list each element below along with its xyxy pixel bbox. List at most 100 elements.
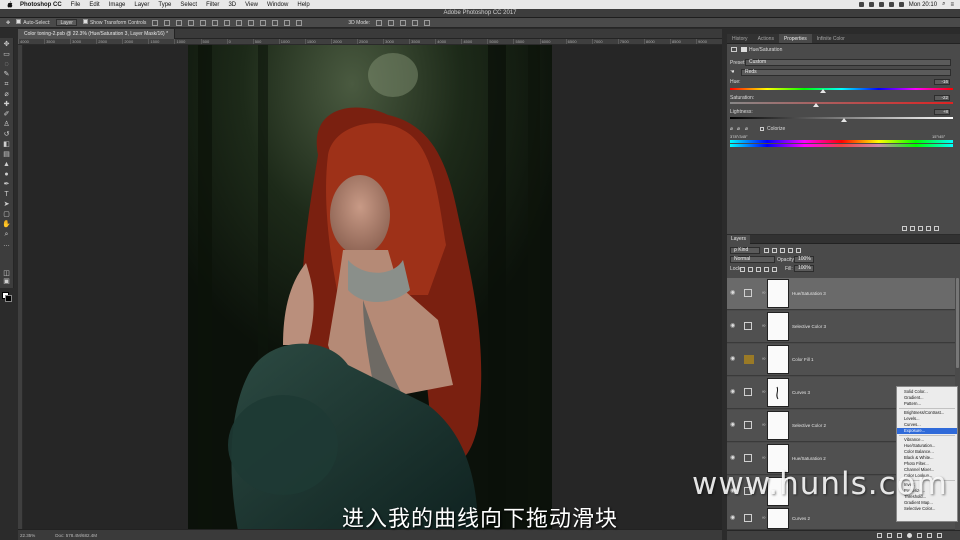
volume-icon[interactable] [888,2,894,7]
menu-image[interactable]: Image [109,2,126,8]
status-icon[interactable] [858,2,864,7]
align-right-icon[interactable] [212,19,219,26]
menu-item[interactable]: Exposure... [897,428,957,434]
menu-layer[interactable]: Layer [134,2,149,8]
distribute-icon[interactable] [224,19,231,26]
menu-list-icon[interactable]: ≡ [950,2,954,8]
visibility-eye-icon[interactable]: ◉ [730,422,736,428]
align-top-icon[interactable] [152,19,159,26]
pen-tool-icon[interactable]: ✒ [2,181,11,189]
colorize-checkbox[interactable] [760,127,764,131]
clip-to-layer-icon[interactable] [902,226,907,231]
more-tools-icon[interactable]: … [2,241,11,249]
layer-name[interactable]: Hue/Saturation 2 [792,456,826,461]
show-transform-checkbox[interactable]: Show Transform Controls [82,19,146,26]
link-icon[interactable]: ∞ [762,515,766,521]
link-icon[interactable]: ∞ [762,356,766,362]
3d-slide-icon[interactable] [412,19,419,26]
status-icon[interactable] [868,2,874,7]
menu-filter[interactable]: Filter [206,2,219,8]
3d-drag-icon[interactable] [400,19,407,26]
distribute-icon[interactable] [248,19,255,26]
lock-all-icon[interactable] [772,267,777,272]
menu-edit[interactable]: Edit [89,2,99,8]
lock-image-icon[interactable] [748,267,753,272]
tab-layers[interactable]: Layers [727,235,751,244]
new-layer-icon[interactable] [927,533,932,538]
eyedropper-add-icon[interactable]: ⌀ [737,126,740,132]
app-menu[interactable]: Photoshop CC [20,2,62,8]
gradient-tool-icon[interactable]: ▤ [2,151,11,159]
layer-row[interactable]: ◉ ∞ Hue/Saturation 3 [727,278,955,310]
lightness-value[interactable]: +8 [934,109,950,115]
menu-item[interactable]: Selective Color... [897,506,957,512]
channel-dropdown[interactable]: Reds [741,69,951,76]
fx-icon[interactable] [887,533,892,538]
lock-transparent-icon[interactable] [740,267,745,272]
link-icon[interactable]: ∞ [762,422,766,428]
3d-rotate-icon[interactable] [376,19,383,26]
screen-mode-icon[interactable]: ▣ [2,278,11,286]
menu-window[interactable]: Window [267,2,288,8]
auto-select-checkbox[interactable]: Auto-Select: [16,19,50,26]
layer-mask-thumbnail[interactable] [767,378,789,407]
menu-select[interactable]: Select [180,2,197,8]
link-icon[interactable]: ∞ [762,389,766,395]
distribute-icon[interactable] [284,19,291,26]
crop-tool-icon[interactable]: ⌗ [2,81,11,89]
menu-3d[interactable]: 3D [228,2,236,8]
type-tool-icon[interactable]: T [2,191,11,199]
add-mask-icon[interactable] [897,533,902,538]
lightness-slider-knob[interactable] [841,118,847,122]
quick-select-tool-icon[interactable]: ✎ [2,71,11,79]
visibility-eye-icon[interactable]: ◉ [730,323,736,329]
layer-row[interactable]: ◉ ∞ Color Fill 1 [727,344,955,376]
history-brush-tool-icon[interactable]: ↺ [2,131,11,139]
visibility-eye-icon[interactable]: ◉ [730,356,736,362]
saturation-slider-knob[interactable] [813,103,819,107]
view-previous-icon[interactable] [910,226,915,231]
brush-tool-icon[interactable]: ✐ [2,111,11,119]
visibility-icon[interactable] [926,226,931,231]
distribute-icon[interactable] [236,19,243,26]
move-tool-icon[interactable]: ✥ [2,41,11,49]
menu-view[interactable]: View [245,2,258,8]
background-color-swatch[interactable] [5,295,12,302]
saturation-slider-track[interactable] [730,102,953,104]
layer-name[interactable]: Selective Color 2 [792,423,826,428]
lock-position-icon[interactable] [756,267,761,272]
hand-tool-icon[interactable]: ✋ [2,221,11,229]
3d-scale-icon[interactable] [424,19,431,26]
link-layers-icon[interactable] [877,533,882,538]
fill-field[interactable]: 100% [794,265,814,272]
hue-slider-track[interactable] [730,88,953,90]
blend-mode-dropdown[interactable]: Normal [730,256,775,263]
layer-name[interactable]: Color Fill 1 [792,357,814,362]
layer-mask-thumbnail[interactable] [767,411,789,440]
document-image[interactable] [188,45,552,531]
filter-pixel-icon[interactable] [764,248,769,253]
visibility-eye-icon[interactable]: ◉ [730,455,736,461]
layer-row[interactable]: ◉ ∞ Selective Color 3 [727,311,955,343]
distribute-icon[interactable] [272,19,279,26]
link-icon[interactable]: ∞ [762,323,766,329]
healing-tool-icon[interactable]: ✚ [2,101,11,109]
path-select-tool-icon[interactable]: ➤ [2,201,11,209]
layer-filter-kind[interactable]: ρ Kind [730,247,760,254]
distribute-icon[interactable] [260,19,267,26]
hue-slider-knob[interactable] [820,89,826,93]
align-bottom-icon[interactable] [176,19,183,26]
search-icon[interactable]: ⌕ [942,1,945,8]
hue-value[interactable]: -16 [934,79,950,85]
auto-align-icon[interactable] [296,19,303,26]
menu-type[interactable]: Type [158,2,171,8]
dodge-tool-icon[interactable]: ● [2,171,11,179]
marquee-tool-icon[interactable]: ▭ [2,51,11,59]
apple-icon[interactable] [6,1,14,9]
target-hand-icon[interactable]: ☚ [730,69,734,75]
color-range-bar-bottom[interactable] [730,144,953,147]
eyedropper-icon[interactable]: ⌀ [730,126,733,132]
move-tool-icon[interactable]: ✥ [6,20,10,26]
tab-properties[interactable]: Properties [778,34,812,43]
eyedropper-tool-icon[interactable]: ⌀ [2,91,11,99]
